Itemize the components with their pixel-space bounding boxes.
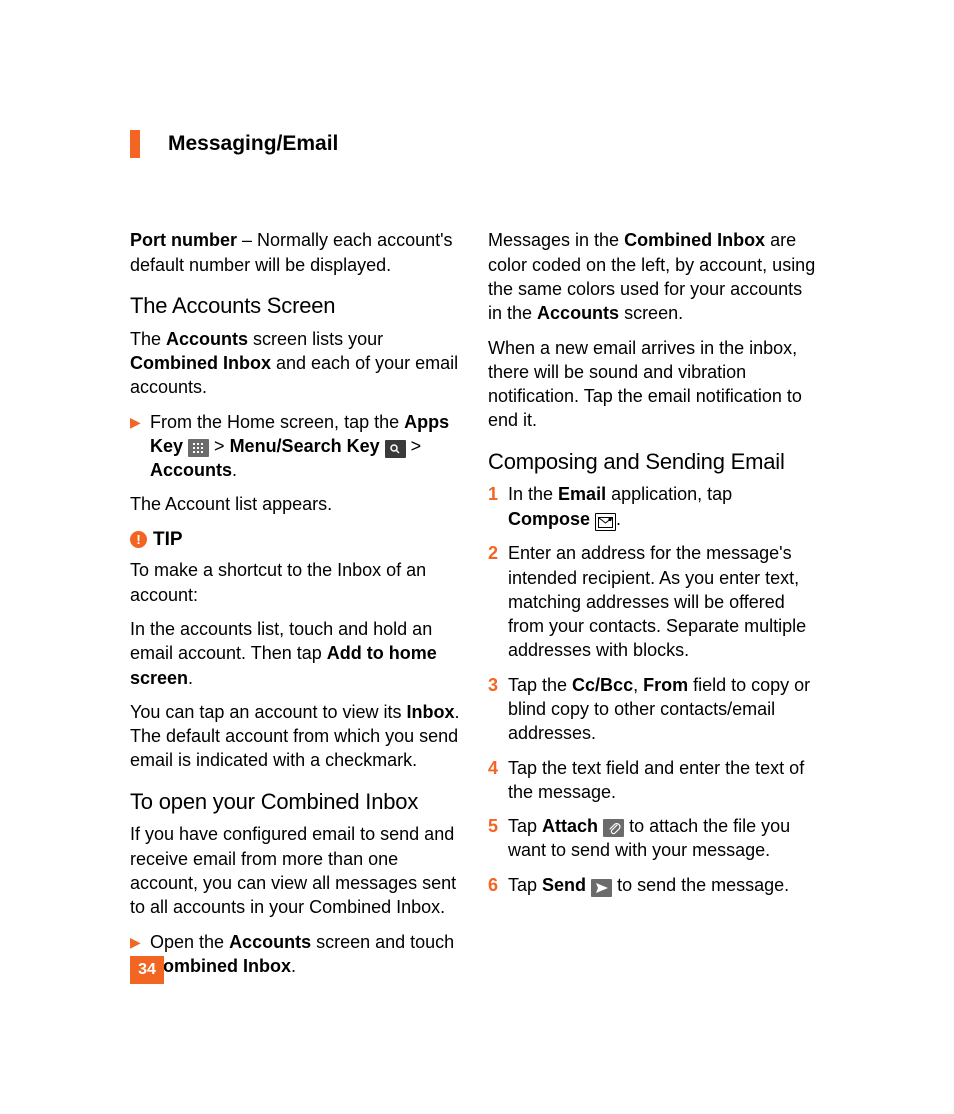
page-number-badge: 34: [130, 956, 164, 984]
send-paperplane-icon: [591, 879, 612, 897]
bold-text: Combined Inbox: [150, 956, 291, 976]
step-number: 3: [488, 673, 502, 746]
body-text: Messages in the: [488, 230, 624, 250]
bullet-content: From the Home screen, tap the Apps Key >…: [150, 410, 460, 483]
paragraph-port-number: Port number – Normally each account's de…: [130, 228, 460, 277]
body-text: You can tap an account to view its: [130, 702, 407, 722]
step-4: 4 Tap the text field and enter the text …: [488, 756, 818, 805]
bold-text: Compose: [508, 509, 590, 529]
body-text: Tap: [508, 816, 542, 836]
tip-header: ! TIP: [130, 527, 460, 553]
bold-text: Attach: [542, 816, 598, 836]
body-text: .: [188, 668, 193, 688]
body-text: ,: [633, 675, 643, 695]
paragraph-combined-intro: If you have configured email to send and…: [130, 822, 460, 919]
body-text: screen and touch: [311, 932, 454, 952]
body-text: application, tap: [606, 484, 732, 504]
paragraph-color-coded: Messages in the Combined Inbox are color…: [488, 228, 818, 325]
paragraph-accounts-intro: The Accounts screen lists your Combined …: [130, 327, 460, 400]
column-left: Port number – Normally each account's de…: [130, 228, 460, 988]
body-text: screen lists your: [248, 329, 383, 349]
bold-text: Menu/Search Key: [230, 436, 380, 456]
tip-exclamation-icon: !: [130, 531, 147, 548]
apps-grid-icon: [188, 439, 209, 457]
body-text: Open the: [150, 932, 229, 952]
paragraph-tip-body: In the accounts list, touch and hold an …: [130, 617, 460, 690]
body-text: .: [616, 509, 621, 529]
step-number: 1: [488, 482, 502, 531]
body-text: >: [209, 436, 230, 456]
paragraph-account-list: The Account list appears.: [130, 492, 460, 516]
triangle-bullet-icon: ▶: [130, 413, 144, 483]
step-3: 3 Tap the Cc/Bcc, From field to copy or …: [488, 673, 818, 746]
bold-text: Accounts: [229, 932, 311, 952]
header-accent-bar: [130, 130, 140, 158]
bold-text: From: [643, 675, 688, 695]
step-content: Tap Send to send the message.: [508, 873, 818, 897]
bold-text: Accounts: [150, 460, 232, 480]
step-6: 6 Tap Send to send the message.: [488, 873, 818, 897]
bold-text: Inbox: [407, 702, 455, 722]
step-5: 5 Tap Attach to attach the file you want…: [488, 814, 818, 863]
body-text: to send the message.: [617, 875, 789, 895]
bold-text: Combined Inbox: [624, 230, 765, 250]
header-title: Messaging/Email: [168, 130, 338, 158]
search-key-icon: [385, 440, 406, 458]
bold-text: Port number: [130, 230, 237, 250]
body-text: screen.: [619, 303, 683, 323]
column-right: Messages in the Combined Inbox are color…: [488, 228, 818, 988]
body-text: Tap the: [508, 675, 572, 695]
compose-envelope-icon: [595, 513, 616, 531]
bullet-item: ▶ Open the Accounts screen and touch Com…: [130, 930, 460, 979]
body-text: .: [291, 956, 296, 976]
step-content: Tap the text field and enter the text of…: [508, 756, 818, 805]
step-content: Enter an address for the message's inten…: [508, 541, 818, 662]
bold-text: Cc/Bcc: [572, 675, 633, 695]
step-number: 5: [488, 814, 502, 863]
step-number: 4: [488, 756, 502, 805]
step-number: 2: [488, 541, 502, 662]
tip-label: TIP: [153, 527, 183, 553]
body-text: >: [406, 436, 422, 456]
bold-text: Combined Inbox: [130, 353, 271, 373]
heading-accounts-screen: The Accounts Screen: [130, 291, 460, 321]
step-number: 6: [488, 873, 502, 897]
content-columns: Port number – Normally each account's de…: [130, 228, 824, 988]
step-content: Tap Attach to attach the file you want t…: [508, 814, 818, 863]
bullet-content: Open the Accounts screen and touch Combi…: [150, 930, 460, 979]
attach-paperclip-icon: [603, 819, 624, 837]
bold-text: Accounts: [166, 329, 248, 349]
bold-text: Send: [542, 875, 586, 895]
step-content: Tap the Cc/Bcc, From field to copy or bl…: [508, 673, 818, 746]
page-header: Messaging/Email: [130, 130, 824, 158]
step-1: 1 In the Email application, tap Compose …: [488, 482, 818, 531]
body-text: From the Home screen, tap the: [150, 412, 404, 432]
bullet-item: ▶ From the Home screen, tap the Apps Key…: [130, 410, 460, 483]
paragraph-tip-intro: To make a shortcut to the Inbox of an ac…: [130, 558, 460, 607]
body-text: In the: [508, 484, 558, 504]
step-2: 2 Enter an address for the message's int…: [488, 541, 818, 662]
heading-composing: Composing and Sending Email: [488, 447, 818, 477]
heading-combined-inbox: To open your Combined Inbox: [130, 787, 460, 817]
step-content: In the Email application, tap Compose .: [508, 482, 818, 531]
paragraph-notification: When a new email arrives in the inbox, t…: [488, 336, 818, 433]
body-text: Tap: [508, 875, 542, 895]
paragraph-inbox-info: You can tap an account to view its Inbox…: [130, 700, 460, 773]
body-text: The: [130, 329, 166, 349]
body-text: .: [232, 460, 237, 480]
bold-text: Accounts: [537, 303, 619, 323]
bold-text: Email: [558, 484, 606, 504]
